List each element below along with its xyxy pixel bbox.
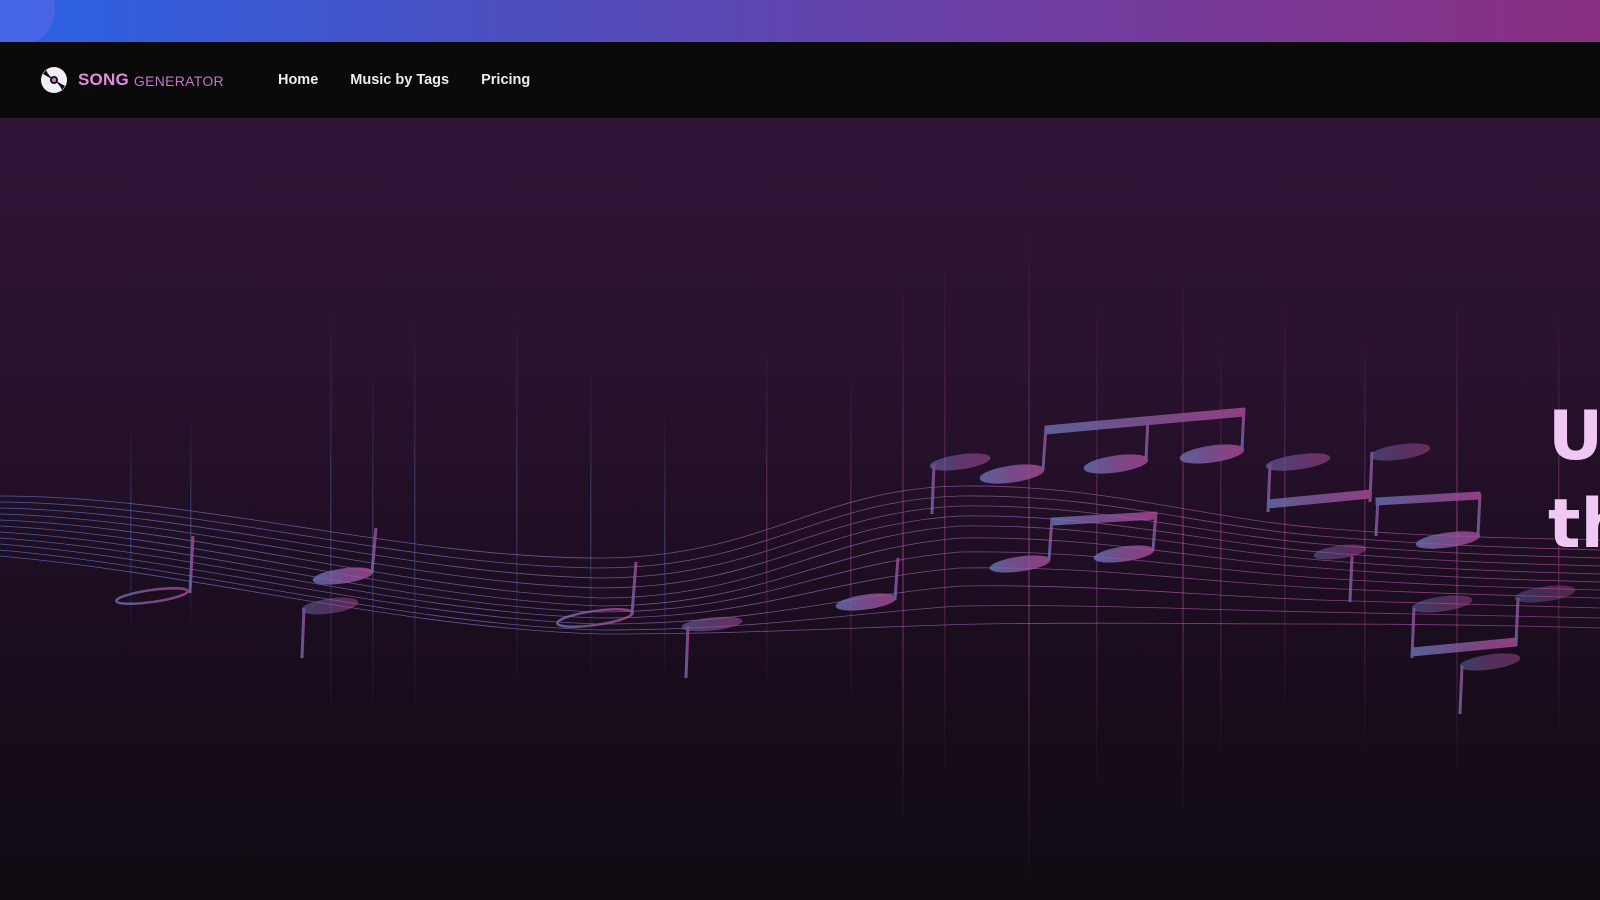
brand-logo-link[interactable]: SONG GENERATOR <box>40 66 224 94</box>
brand-name-strong: SONG <box>78 70 129 89</box>
music-notes-wave-illustration <box>0 218 1600 898</box>
hero-title: U th <box>1548 393 1600 569</box>
nav-links: Home Music by Tags Pricing <box>278 72 530 88</box>
hero-title-line-2: th <box>1548 485 1600 564</box>
top-banner <box>0 0 1600 50</box>
nav-link-music-by-tags[interactable]: Music by Tags <box>350 72 449 88</box>
hero-section: U th <box>0 118 1600 900</box>
vinyl-disc-icon <box>40 66 68 94</box>
navbar: SONG GENERATOR Home Music by Tags Pricin… <box>0 42 1600 118</box>
hero-title-line-1: U <box>1548 397 1600 476</box>
nav-link-home[interactable]: Home <box>278 72 318 88</box>
wave-lines <box>0 485 1600 635</box>
music-notes <box>115 407 1576 715</box>
nav-link-pricing[interactable]: Pricing <box>481 72 530 88</box>
brand-name-light: GENERATOR <box>133 73 224 89</box>
light-bars <box>130 218 1560 898</box>
